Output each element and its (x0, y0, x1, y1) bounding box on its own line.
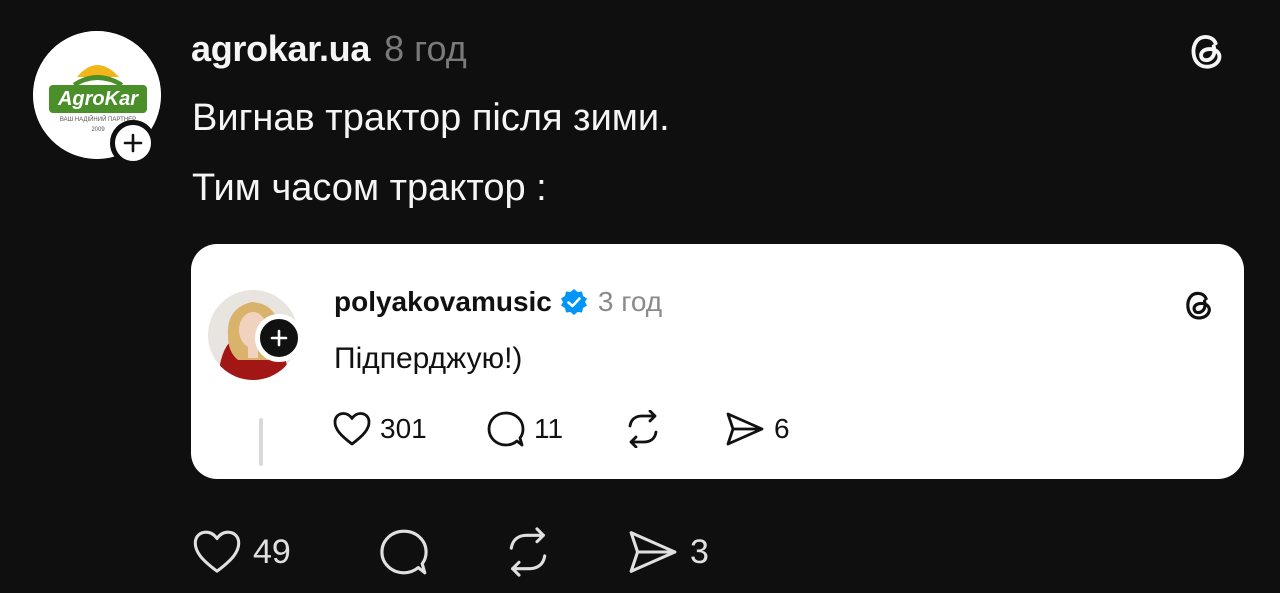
quoted-share-count: 6 (774, 413, 790, 444)
heart-icon (193, 530, 241, 573)
post-time: 8 год (384, 28, 467, 69)
svg-text:2009: 2009 (91, 127, 105, 133)
quoted-reply-button[interactable]: 11 (486, 409, 563, 449)
post-text-line-2: Тим часом трактор : (192, 167, 547, 209)
share-button[interactable]: 3 (626, 526, 709, 578)
author-name[interactable]: agrokar.ua (191, 28, 370, 70)
comment-icon (487, 411, 525, 447)
quoted-post-header: polyakovamusic 3 год (334, 286, 662, 318)
share-count: 3 (690, 532, 709, 571)
threads-logo-icon[interactable] (1180, 286, 1218, 324)
quoted-repost-button[interactable] (622, 409, 664, 449)
reply-button[interactable] (378, 526, 430, 578)
heart-icon (333, 412, 371, 446)
post-header: agrokar.ua 8 год (191, 28, 467, 70)
quoted-share-button[interactable]: 6 (724, 409, 790, 449)
plus-icon (270, 329, 288, 347)
verified-badge-icon (560, 289, 587, 315)
send-icon (629, 531, 677, 573)
follow-button[interactable] (110, 120, 156, 166)
quoted-reply-count: 11 (534, 413, 564, 444)
plus-icon (123, 133, 143, 153)
repost-icon (509, 527, 547, 577)
threads-logo-icon[interactable] (1184, 28, 1230, 74)
quoted-post-time: 3 год (597, 286, 663, 317)
repost-icon (628, 410, 658, 448)
quoted-post-text: Підперджую!) (334, 342, 523, 375)
like-count: 49 (253, 532, 291, 571)
comment-icon (380, 529, 428, 575)
like-button[interactable]: 49 (191, 526, 291, 578)
quoted-post-card[interactable]: polyakovamusic 3 год Підперджую!) 301 11 (191, 244, 1244, 479)
send-icon (726, 412, 764, 446)
post-text-line-1: Вигнав трактор після зими. (192, 97, 670, 139)
svg-text:AgroKar: AgroKar (57, 88, 139, 110)
quoted-author-name[interactable]: polyakovamusic (334, 286, 552, 318)
quoted-like-count: 301 (380, 413, 427, 444)
quoted-like-button[interactable]: 301 (332, 409, 427, 449)
repost-button[interactable] (501, 526, 555, 578)
thread-line (259, 418, 263, 466)
quoted-follow-button[interactable] (255, 314, 303, 362)
